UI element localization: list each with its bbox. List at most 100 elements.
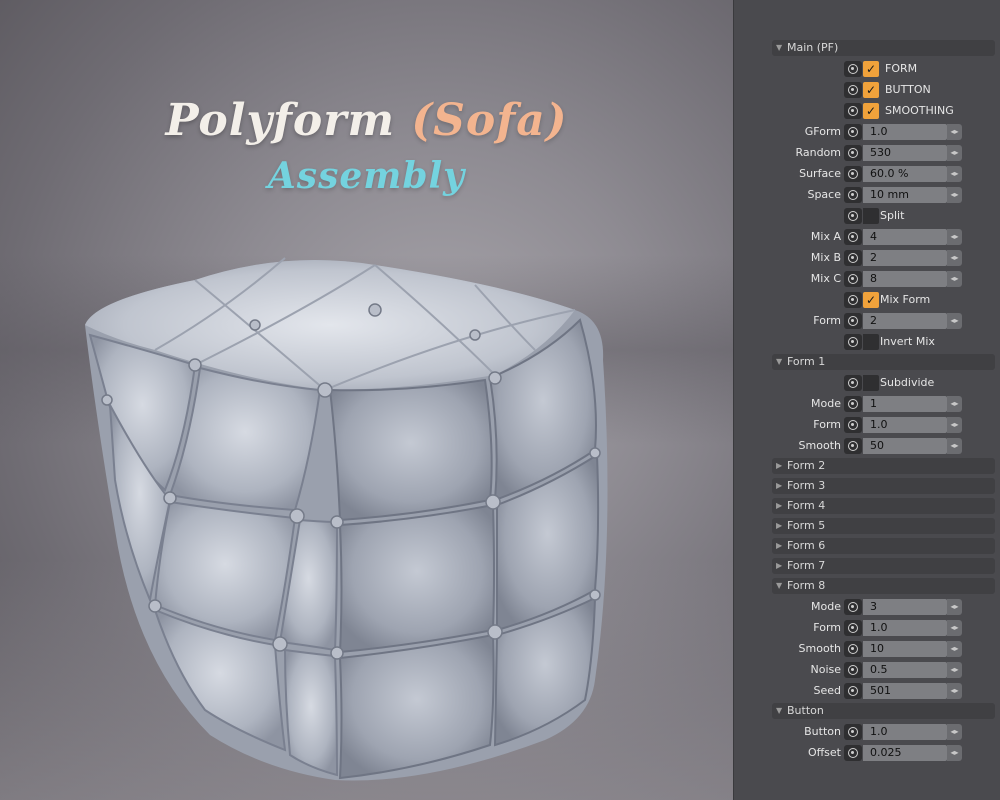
spinner-arrows-icon[interactable]: ◂▸ (947, 396, 962, 412)
reset-circle-icon[interactable] (844, 271, 862, 287)
section-form-7[interactable]: ▶ Form 7 (772, 558, 995, 574)
tufted-cube-render (85, 257, 608, 781)
triangle-icon: ▼ (776, 357, 783, 366)
spinner-arrows-icon[interactable]: ◂▸ (947, 620, 962, 636)
form-checkbox[interactable]: ✓ (863, 61, 879, 77)
reset-circle-icon[interactable] (844, 745, 862, 761)
spinner-arrows-icon[interactable]: ◂▸ (947, 271, 962, 287)
spinner-arrows-icon[interactable]: ◂▸ (947, 187, 962, 203)
button-input[interactable]: 1.0 (863, 724, 947, 740)
button-checkbox[interactable]: ✓ (863, 82, 879, 98)
reset-circle-icon[interactable] (844, 375, 862, 391)
reset-circle-icon[interactable] (844, 724, 862, 740)
surface-input[interactable]: 60.0 % (863, 166, 947, 182)
spinner-arrows-icon[interactable]: ◂▸ (947, 250, 962, 266)
reset-circle-icon[interactable] (844, 313, 862, 329)
section-form-3[interactable]: ▶ Form 3 (772, 478, 995, 494)
subdivide-checkbox[interactable] (863, 375, 879, 391)
reset-circle-icon[interactable] (844, 82, 862, 98)
spinner-arrows-icon[interactable]: ◂▸ (947, 417, 962, 433)
random-input[interactable]: 530 (863, 145, 947, 161)
spinner-arrows-icon[interactable]: ◂▸ (947, 662, 962, 678)
mix-c-label: Mix C (810, 272, 841, 285)
section-form-1[interactable]: ▼ Form 1 (772, 354, 995, 370)
invert-mix-toggle-row: Invert Mix (734, 333, 1000, 351)
triangle-icon: ▶ (776, 501, 783, 510)
surface-row: Surface 60.0 % ◂▸ (734, 165, 1000, 183)
form1-mode-input[interactable]: 1 (863, 396, 947, 412)
spinner-arrows-icon[interactable]: ◂▸ (947, 438, 962, 454)
section-form-8[interactable]: ▼ Form 8 (772, 578, 995, 594)
reset-circle-icon[interactable] (844, 166, 862, 182)
offset-input[interactable]: 0.025 (863, 745, 947, 761)
form8-seed-input[interactable]: 501 (863, 683, 947, 699)
reset-circle-icon[interactable] (844, 396, 862, 412)
reset-circle-icon[interactable] (844, 641, 862, 657)
form1-form-input[interactable]: 1.0 (863, 417, 947, 433)
form8-mode-input[interactable]: 3 (863, 599, 947, 615)
mix-form-toggle-row: ✓ Mix Form (734, 291, 1000, 309)
render-subtitle: Assembly (267, 155, 466, 197)
reset-circle-icon[interactable] (844, 620, 862, 636)
reset-circle-icon[interactable] (844, 334, 862, 350)
triangle-icon: ▶ (776, 481, 783, 490)
section-form-6[interactable]: ▶ Form 6 (772, 538, 995, 554)
mix-a-row: Mix A 4 ◂▸ (734, 228, 1000, 246)
spinner-arrows-icon[interactable]: ◂▸ (947, 145, 962, 161)
triangle-icon: ▶ (776, 541, 783, 550)
section-main[interactable]: ▼ Main (PF) (772, 40, 995, 56)
gform-input[interactable]: 1.0 (863, 124, 947, 140)
spinner-arrows-icon[interactable]: ◂▸ (947, 313, 962, 329)
mix-b-input[interactable]: 2 (863, 250, 947, 266)
space-input[interactable]: 10 mm (863, 187, 947, 203)
triangle-icon: ▼ (776, 43, 783, 52)
form8-noise-input[interactable]: 0.5 (863, 662, 947, 678)
reset-circle-icon[interactable] (844, 145, 862, 161)
form8-mode-label: Mode (811, 600, 841, 613)
reset-circle-icon[interactable] (844, 187, 862, 203)
spinner-arrows-icon[interactable]: ◂▸ (947, 124, 962, 140)
reset-circle-icon[interactable] (844, 124, 862, 140)
spinner-arrows-icon[interactable]: ◂▸ (947, 683, 962, 699)
form1-smooth-input[interactable]: 50 (863, 438, 947, 454)
triangle-icon: ▼ (776, 706, 783, 715)
spinner-arrows-icon[interactable]: ◂▸ (947, 641, 962, 657)
spinner-arrows-icon[interactable]: ◂▸ (947, 166, 962, 182)
form8-form-input[interactable]: 1.0 (863, 620, 947, 636)
form8-smooth-input[interactable]: 10 (863, 641, 947, 657)
render-title: Polyform (Sofa) (0, 95, 733, 146)
gform-label: GForm (804, 125, 841, 138)
reset-circle-icon[interactable] (844, 103, 862, 119)
spinner-arrows-icon[interactable]: ◂▸ (947, 599, 962, 615)
mix-form-checkbox[interactable]: ✓ (863, 292, 879, 308)
offset-row: Offset 0.025 ◂▸ (734, 744, 1000, 762)
check-icon: ✓ (865, 83, 877, 97)
reset-circle-icon[interactable] (844, 292, 862, 308)
random-row: Random 530 ◂▸ (734, 144, 1000, 162)
spinner-arrows-icon[interactable]: ◂▸ (947, 229, 962, 245)
reset-circle-icon[interactable] (844, 208, 862, 224)
section-form-4[interactable]: ▶ Form 4 (772, 498, 995, 514)
3d-viewport[interactable]: Polyform (Sofa) Assembly (0, 0, 733, 800)
reset-circle-icon[interactable] (844, 250, 862, 266)
reset-circle-icon[interactable] (844, 662, 862, 678)
reset-circle-icon[interactable] (844, 417, 862, 433)
spinner-arrows-icon[interactable]: ◂▸ (947, 745, 962, 761)
split-checkbox[interactable] (863, 208, 879, 224)
reset-circle-icon[interactable] (844, 599, 862, 615)
smoothing-checkbox[interactable]: ✓ (863, 103, 879, 119)
reset-circle-icon[interactable] (844, 229, 862, 245)
form-input[interactable]: 2 (863, 313, 947, 329)
section-form-2[interactable]: ▶ Form 2 (772, 458, 995, 474)
section-button[interactable]: ▼ Button (772, 703, 995, 719)
reset-circle-icon[interactable] (844, 438, 862, 454)
space-row: Space 10 mm ◂▸ (734, 186, 1000, 204)
title-text: Polyform (165, 95, 412, 146)
mix-c-input[interactable]: 8 (863, 271, 947, 287)
mix-a-input[interactable]: 4 (863, 229, 947, 245)
spinner-arrows-icon[interactable]: ◂▸ (947, 724, 962, 740)
section-form-5[interactable]: ▶ Form 5 (772, 518, 995, 534)
reset-circle-icon[interactable] (844, 61, 862, 77)
invert-mix-checkbox[interactable] (863, 334, 879, 350)
reset-circle-icon[interactable] (844, 683, 862, 699)
